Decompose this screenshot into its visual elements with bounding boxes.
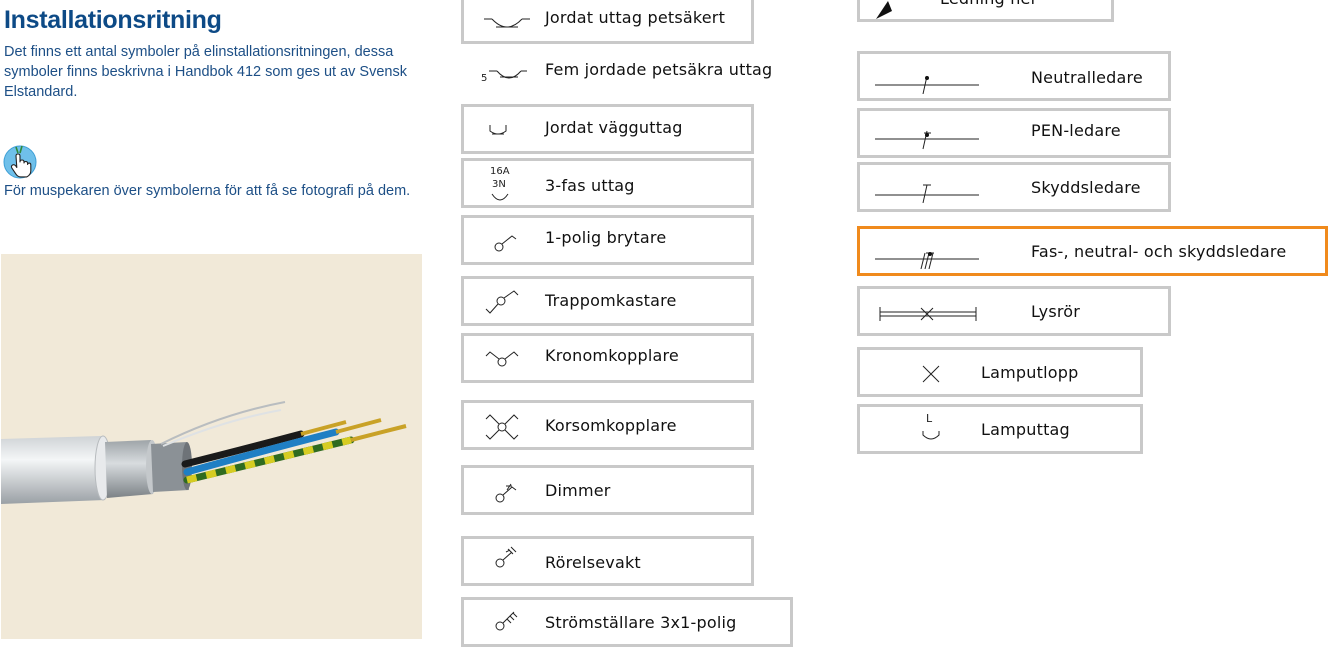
symbol-grounded-wall-outlet[interactable]: Jordat vägguttag [461,104,754,154]
symbol-fluorescent-tube[interactable]: Lysrör [857,286,1171,336]
symbol-label: Lamputtag [981,420,1070,439]
socket-letter: L [926,412,933,425]
symbol-three-phase-outlet[interactable]: 16A 3N 3-fas uttag [461,158,754,208]
symbol-label: Lysrör [1031,302,1081,321]
symbol-label: Trappomkastare [545,291,677,310]
symbol-label: Lamputlopp [981,363,1079,382]
pen-conductor-icon [875,130,979,150]
grounded-wall-outlet-icon [489,125,507,135]
outlet-phase: 3N [492,179,506,190]
symbol-lamp-outlet[interactable]: Lamputlopp [857,347,1143,397]
symbol-label: Jordat uttag petsäkert [545,8,726,27]
symbol-label: Dimmer [545,481,611,500]
symbol-label: Ledning ner [940,0,1037,8]
outlet-rating: 16A [490,166,510,177]
symbol-staircase-switch[interactable]: Trappomkastare [461,276,754,326]
symbol-label: Kronomkopplare [545,346,679,365]
staircase-switch-icon [485,290,519,314]
outlet-count: 5 [481,73,487,84]
symbol-label: Rörelsevakt [545,553,641,572]
symbol-label: Neutralledare [1031,68,1143,87]
motion-detector-icon [495,546,517,568]
symbol-motion-detector[interactable]: Rörelsevakt [461,536,754,586]
symbol-label: PEN-ledare [1031,121,1121,140]
symbol-cross-switch[interactable]: Korsomkopplare [461,400,754,450]
symbol-label: Fas-, neutral- och skyddsledare [1031,242,1287,261]
cable-photo [1,254,422,639]
pointer-hand-icon [3,145,37,179]
symbol-switch-3x1-pole[interactable]: Strömställare 3x1-polig [461,597,793,647]
lamp-socket-icon: L [922,412,940,440]
phase-neutral-protective-icon [875,252,979,269]
hover-hint-text: För muspekaren över symbolerna för att f… [4,183,411,199]
page-title: Installationsritning [4,6,222,34]
symbol-five-grounded-outlets[interactable]: 5 Fem jordade petsäkra uttag [461,46,791,96]
cable-illustration [1,401,407,504]
three-phase-outlet-icon: 16A 3N [490,166,510,201]
chandelier-switch-icon [485,351,519,367]
wire-down-icon [876,1,892,19]
fluorescent-tube-icon [879,307,977,321]
symbol-wire-down[interactable]: Ledning ner [857,0,1114,22]
symbol-dimmer[interactable]: Dimmer [461,465,754,515]
symbol-label: Jordat vägguttag [545,118,683,137]
symbol-label: 1-polig brytare [545,228,667,247]
symbol-label: Skyddsledare [1031,178,1141,197]
symbol-phase-neutral-protective[interactable]: Fas-, neutral- och skyddsledare [857,226,1328,276]
symbol-label: Korsomkopplare [545,416,677,435]
symbol-single-pole-switch[interactable]: 1-polig brytare [461,215,754,265]
symbol-neutral-conductor[interactable]: Neutralledare [857,51,1171,101]
intro-text: Det finns ett antal symboler på elinstal… [4,44,407,100]
symbol-label: Strömställare 3x1-polig [545,613,737,632]
single-pole-switch-icon [494,235,517,252]
cross-switch-icon [485,414,519,440]
neutral-conductor-icon [875,75,979,94]
symbol-protective-conductor[interactable]: Skyddsledare [857,162,1171,212]
symbol-pen-conductor[interactable]: PEN-ledare [857,108,1171,158]
lamp-outlet-icon [922,365,940,383]
dimmer-icon [495,483,517,503]
switch-3x1-pole-icon [495,611,518,631]
grounded-outlet-childsafe-icon [484,18,530,28]
symbol-label: 3-fas uttag [545,176,635,195]
protective-conductor-icon [875,184,979,203]
symbol-chandelier-switch[interactable]: Kronomkopplare [461,333,754,383]
symbol-grounded-outlet-childsafe[interactable]: Jordat uttag petsäkert [461,0,754,44]
symbol-label: Fem jordade petsäkra uttag [545,60,773,79]
five-grounded-outlets-icon: 5 [481,70,527,84]
symbol-lamp-socket[interactable]: L Lamputtag [857,404,1143,454]
